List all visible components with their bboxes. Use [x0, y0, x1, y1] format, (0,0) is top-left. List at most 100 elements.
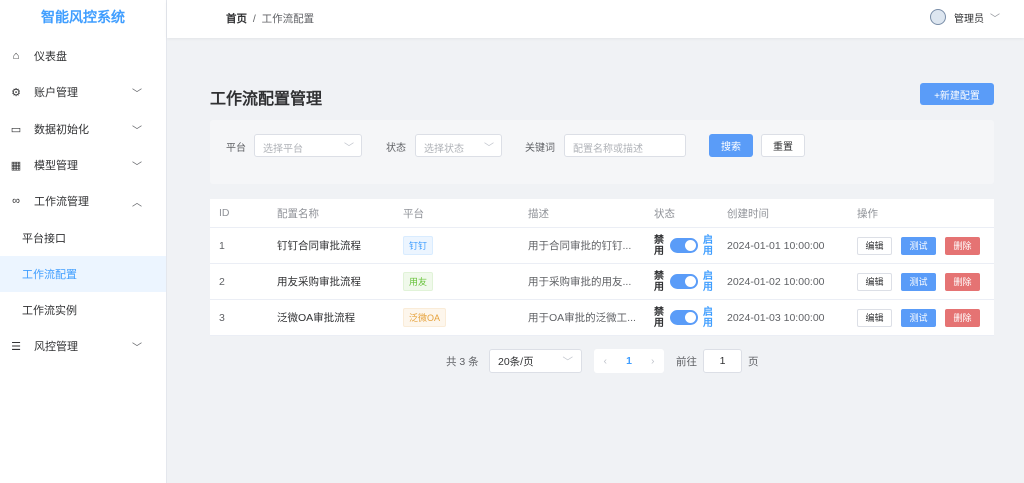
status-switch[interactable]	[670, 238, 698, 253]
sidebar-item-dashboard[interactable]: ⌂ 仪表盘	[0, 38, 166, 74]
row-created: 2024-01-03 10:00:00	[727, 311, 825, 324]
label: 账户管理	[34, 87, 78, 99]
placeholder: 选择平台	[263, 144, 303, 155]
status-switch-group: 禁用 启用	[654, 228, 714, 263]
col-platform: 平台	[403, 207, 424, 220]
chart-icon: ▭	[10, 123, 22, 136]
sidebar: 智能风控系统 ⌂ 仪表盘 ⚙ 账户管理 ﹀ ▭ 数据初始化 ﹀ ▦ 模型管理 ﹀ ∞ 工作流管理…	[0, 0, 167, 483]
header: 首页 / 工作流配置 管理员 ﹀	[167, 0, 1024, 38]
switch-off-label: 禁用	[654, 270, 664, 293]
chevron-down-icon: ﹀	[132, 88, 142, 100]
label: 工作流配置	[22, 269, 77, 281]
row-id: 3	[219, 311, 225, 324]
edit-button[interactable]: 编辑	[857, 236, 892, 255]
home-icon: ⌂	[12, 50, 20, 62]
page-title: 工作流配置管理	[210, 91, 323, 108]
page-size: 20条/页	[498, 355, 534, 368]
gear-icon: ⚙	[11, 86, 21, 99]
col-name: 配置名称	[277, 207, 319, 220]
next-page-button[interactable]: ›	[651, 355, 655, 367]
row-created: 2024-01-01 10:00:00	[727, 239, 825, 252]
switch-on-label: 启用	[703, 270, 713, 293]
row-desc: 用于OA审批的泛微工...	[528, 312, 636, 324]
label: 风控管理	[34, 341, 78, 353]
row-desc: 用于采购审批的用友...	[528, 276, 632, 288]
switch-on-label: 启用	[703, 306, 713, 329]
test-button[interactable]: 测试	[901, 236, 936, 255]
keyword-input[interactable]: 配置名称或描述	[564, 134, 686, 157]
breadcrumb: 首页 / 工作流配置	[226, 13, 315, 25]
delete-button[interactable]: 删除	[945, 272, 980, 291]
platform-label: 平台	[226, 143, 246, 154]
username: 管理员	[954, 13, 984, 25]
goto-label: 前往	[676, 356, 697, 368]
sidebar-item-accounts[interactable]: ⚙ 账户管理 ﹀	[0, 74, 166, 110]
search-button[interactable]: 搜索	[709, 134, 753, 157]
breadcrumb-current: 工作流配置	[261, 13, 315, 25]
test-button[interactable]: 测试	[901, 308, 936, 327]
delete-button[interactable]: 删除	[945, 236, 980, 255]
label: 仪表盘	[34, 51, 67, 63]
app-logo: 智能风控系统	[41, 9, 125, 25]
sliders-icon: ☰	[11, 340, 21, 353]
row-id: 2	[219, 275, 225, 288]
filter-bar: 平台 选择平台 ﹀ 状态 选择状态 ﹀ 关键词 配置名称或描述 搜索 重置	[210, 120, 994, 184]
sidebar-item-risk[interactable]: ☰ 风控管理 ﹀	[0, 328, 166, 364]
table-row: 1 钉钉合同审批流程 钉钉 用于合同审批的钉钉... 禁用 启用 2024-01-…	[210, 228, 994, 264]
label: 工作流管理	[34, 196, 89, 208]
label: 数据初始化	[34, 124, 89, 136]
delete-button[interactable]: 删除	[945, 308, 980, 327]
status-switch[interactable]	[670, 274, 698, 289]
chevron-down-icon: ﹀	[562, 355, 574, 368]
page-size-select[interactable]: 20条/页 ﹀	[489, 349, 582, 373]
row-name: 钉钉合同审批流程	[277, 240, 361, 252]
test-button[interactable]: 测试	[901, 272, 936, 291]
keyword-label: 关键词	[525, 143, 555, 154]
col-id: ID	[219, 207, 230, 219]
sidebar-item-workflow-instance[interactable]: 工作流实例	[0, 292, 166, 328]
link-icon: ∞	[12, 195, 20, 207]
table-header: ID 配置名称 平台 描述 状态 创建时间 操作	[210, 199, 994, 228]
edit-button[interactable]: 编辑	[857, 272, 892, 291]
sidebar-item-platform-api[interactable]: 平台接口	[0, 220, 166, 256]
chevron-down-icon: ﹀	[132, 342, 142, 354]
row-name: 用友采购审批流程	[277, 276, 361, 288]
grid-icon: ▦	[10, 159, 22, 172]
page-1[interactable]: 1	[626, 355, 632, 367]
total-count: 共 3 条	[446, 356, 479, 368]
switch-off-label: 禁用	[654, 234, 664, 257]
col-desc: 描述	[528, 207, 549, 220]
sidebar-item-workflow-config[interactable]: 工作流配置	[0, 256, 166, 292]
reset-button[interactable]: 重置	[761, 134, 805, 157]
new-config-button[interactable]: +新建配置	[920, 83, 994, 105]
edit-button[interactable]: 编辑	[857, 308, 892, 327]
platform-tag: 用友	[403, 272, 434, 291]
chevron-down-icon: ﹀	[132, 161, 142, 173]
col-status: 状态	[654, 207, 675, 220]
sidebar-item-workflow[interactable]: ∞ 工作流管理 ︿	[0, 183, 166, 219]
chevron-down-icon: ﹀	[132, 125, 142, 137]
pager: ‹ 1 ›	[594, 349, 664, 373]
prev-page-button[interactable]: ‹	[604, 355, 608, 367]
chevron-down-icon: ﹀	[344, 143, 354, 154]
sidebar-item-models[interactable]: ▦ 模型管理 ﹀	[0, 147, 166, 183]
row-name: 泛微OA审批流程	[277, 312, 356, 324]
row-created: 2024-01-02 10:00:00	[727, 275, 825, 288]
label: 工作流实例	[22, 305, 77, 317]
label: 模型管理	[34, 160, 78, 172]
switch-off-label: 禁用	[654, 306, 664, 329]
breadcrumb-home[interactable]: 首页	[226, 13, 247, 25]
chevron-down-icon: ﹀	[484, 143, 494, 154]
page-suffix: 页	[748, 356, 759, 368]
user-menu[interactable]: 管理员 ﹀	[930, 9, 1000, 25]
avatar	[930, 9, 946, 25]
chevron-down-icon: ﹀	[990, 13, 1000, 25]
platform-select[interactable]: 选择平台 ﹀	[254, 134, 362, 157]
status-select[interactable]: 选择状态 ﹀	[415, 134, 502, 157]
status-switch-group: 禁用 启用	[654, 264, 714, 299]
status-switch[interactable]	[670, 310, 698, 325]
table-row: 3 泛微OA审批流程 泛微OA 用于OA审批的泛微工... 禁用 启用 2024-…	[210, 300, 994, 336]
sidebar-item-data-init[interactable]: ▭ 数据初始化 ﹀	[0, 111, 166, 147]
goto-input[interactable]: 1	[703, 349, 742, 373]
goto-value: 1	[719, 355, 726, 367]
